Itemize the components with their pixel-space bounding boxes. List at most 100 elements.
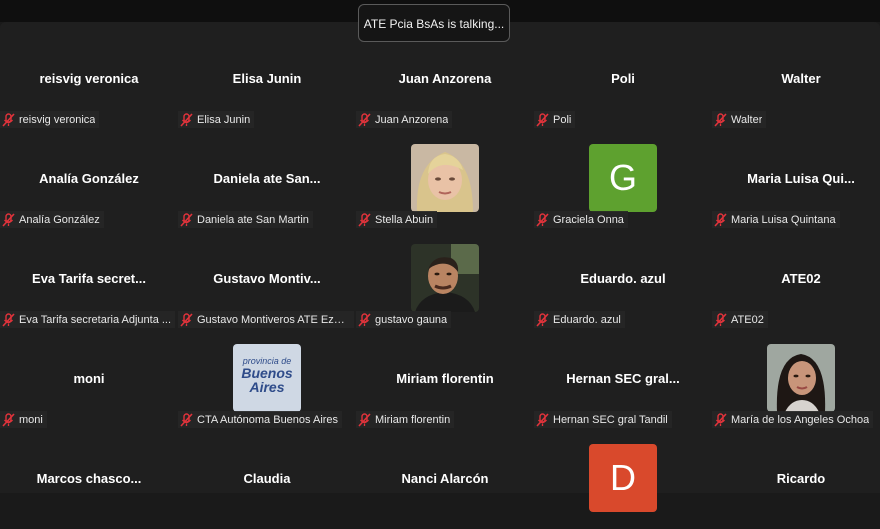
participant-name: Elisa Junin — [197, 113, 251, 126]
participant-name: Miriam florentin — [375, 413, 451, 426]
participant-tile[interactable]: D — [534, 429, 712, 529]
participant-photo — [411, 144, 479, 212]
muted-mic-icon — [536, 212, 549, 227]
participant-avatar: G — [589, 144, 657, 212]
muted-mic-icon — [536, 312, 549, 327]
participant-display-name: Ricardo — [776, 471, 826, 486]
participant-tile[interactable]: Gustavo Montiv... Gustavo Montiveros ATE … — [178, 229, 356, 329]
participant-tile[interactable]: G Graciela Onna — [534, 129, 712, 229]
participant-tile[interactable]: Claudia — [178, 429, 356, 529]
participant-tile[interactable]: Ricardo — [712, 429, 880, 529]
participant-name-tag: Poli — [534, 111, 576, 128]
participant-display-name: Eva Tarifa secret... — [32, 271, 146, 286]
muted-mic-icon — [714, 312, 727, 327]
participant-tile[interactable]: Stella Abuin — [356, 129, 534, 229]
participant-name: Juan Anzorena — [375, 113, 449, 126]
participant-display-name: Juan Anzorena — [398, 71, 492, 86]
muted-mic-icon — [180, 312, 193, 327]
participant-name-tag: reisvig veronica — [0, 111, 100, 128]
muted-mic-icon — [2, 312, 15, 327]
participant-name-tag: Eduardo. azul — [534, 311, 625, 328]
participant-name-tag: Daniela ate San Martin — [178, 211, 313, 228]
muted-mic-icon — [714, 212, 727, 227]
participant-name: Walter — [731, 113, 763, 126]
muted-mic-icon — [180, 212, 193, 227]
muted-mic-icon — [2, 112, 15, 127]
participant-name-tag: gustavo gauna — [356, 311, 452, 328]
muted-mic-icon — [180, 112, 193, 127]
participant-tile[interactable]: Eva Tarifa secret... Eva Tarifa secretari… — [0, 229, 178, 329]
participant-tile[interactable]: Daniela ate San... Daniela ate San Martin — [178, 129, 356, 229]
participant-tile[interactable]: Maria Luisa Qui... Maria Luisa Quintana — [712, 129, 880, 229]
muted-mic-icon — [180, 412, 193, 427]
participant-display-name: Claudia — [243, 471, 291, 486]
participant-tile[interactable]: Marcos chasco... — [0, 429, 178, 529]
participant-display-name: moni — [73, 371, 105, 386]
participant-tile[interactable]: Nanci Alarcón — [356, 429, 534, 529]
participant-name-tag: Analía González — [0, 211, 104, 228]
participant-display-name: Gustavo Montiv... — [213, 271, 321, 286]
participant-name: reisvig veronica — [19, 113, 96, 126]
provincia-logo: provincia de Buenos Aires — [233, 344, 301, 412]
muted-mic-icon — [536, 412, 549, 427]
participant-name-tag: Maria Luisa Quintana — [712, 211, 840, 228]
participant-name-tag: Walter — [712, 111, 767, 128]
muted-mic-icon — [536, 112, 549, 127]
participant-tile[interactable]: Hernan SEC gral... Hernan SEC gral Tandil — [534, 329, 712, 429]
participant-tile[interactable]: Juan Anzorena Juan Anzorena — [356, 29, 534, 129]
participant-tile[interactable]: Elisa Junin Elisa Junin — [178, 29, 356, 129]
participant-name: María de los Angeles Ochoa — [731, 413, 870, 426]
participant-tile[interactable]: Walter Walter — [712, 29, 880, 129]
participant-tile[interactable]: Eduardo. azul Eduardo. azul — [534, 229, 712, 329]
participant-name-tag: Graciela Onna — [534, 211, 628, 228]
participant-display-name: ATE02 — [781, 271, 821, 286]
participant-tile[interactable]: María de los Angeles Ochoa — [712, 329, 880, 429]
participant-tile[interactable]: reisvig veronica reisvig veronica — [0, 29, 178, 129]
participant-name-tag: Gustavo Montiveros ATE Ezei... — [178, 311, 354, 328]
participant-name: Eva Tarifa secretaria Adjunta ... — [19, 313, 172, 326]
participant-name-tag: ATE02 — [712, 311, 768, 328]
participant-name-tag: María de los Angeles Ochoa — [712, 411, 874, 428]
participant-name: Gustavo Montiveros ATE Ezei... — [197, 313, 350, 326]
participant-tile[interactable]: Poli Poli — [534, 29, 712, 129]
participant-tile[interactable]: moni moni — [0, 329, 178, 429]
participant-tile[interactable]: gustavo gauna — [356, 229, 534, 329]
avatar-letter: D — [610, 457, 636, 498]
participant-name-tag: Miriam florentin — [356, 411, 455, 428]
muted-mic-icon — [358, 212, 371, 227]
participant-name: moni — [19, 413, 43, 426]
participant-display-name: Eduardo. azul — [580, 271, 666, 286]
participant-display-name: Walter — [781, 71, 821, 86]
participant-display-name: Daniela ate San... — [213, 171, 321, 186]
participant-display-name: Elisa Junin — [232, 71, 302, 86]
participant-tile[interactable]: Miriam florentin Miriam florentin — [356, 329, 534, 429]
participant-name: Maria Luisa Quintana — [731, 213, 836, 226]
participant-display-name: Hernan SEC gral... — [566, 371, 680, 386]
muted-mic-icon — [2, 412, 15, 427]
participant-avatar: D — [589, 444, 657, 512]
participant-name-tag: CTA Autónoma Buenos Aires — [178, 411, 343, 428]
muted-mic-icon — [358, 412, 371, 427]
muted-mic-icon — [358, 312, 371, 327]
participant-tile[interactable]: ATE02 ATE02 — [712, 229, 880, 329]
participant-display-name: Marcos chasco... — [36, 471, 142, 486]
participant-name: gustavo gauna — [375, 313, 448, 326]
muted-mic-icon — [714, 112, 727, 127]
participant-name: Graciela Onna — [553, 213, 624, 226]
participant-display-name: Nanci Alarcón — [401, 471, 489, 486]
participant-name-tag: Hernan SEC gral Tandil — [534, 411, 672, 428]
participant-display-name: Maria Luisa Qui... — [747, 171, 855, 186]
participant-tile[interactable]: Analía González Analía González — [0, 129, 178, 229]
participant-name: CTA Autónoma Buenos Aires — [197, 413, 339, 426]
participant-name: Hernan SEC gral Tandil — [553, 413, 668, 426]
logo-line-2: Buenos — [241, 365, 293, 381]
avatar-letter: G — [608, 157, 637, 198]
participant-tile[interactable]: provincia de Buenos Aires CTA Autónoma Buen… — [178, 329, 356, 429]
logo-line-3: Aires — [249, 379, 285, 395]
muted-mic-icon — [2, 212, 15, 227]
participant-name: Daniela ate San Martin — [197, 213, 309, 226]
participant-photo — [767, 344, 835, 412]
participant-name: Analía González — [19, 213, 100, 226]
participant-name-tag: Elisa Junin — [178, 111, 255, 128]
participant-photo — [411, 244, 479, 312]
